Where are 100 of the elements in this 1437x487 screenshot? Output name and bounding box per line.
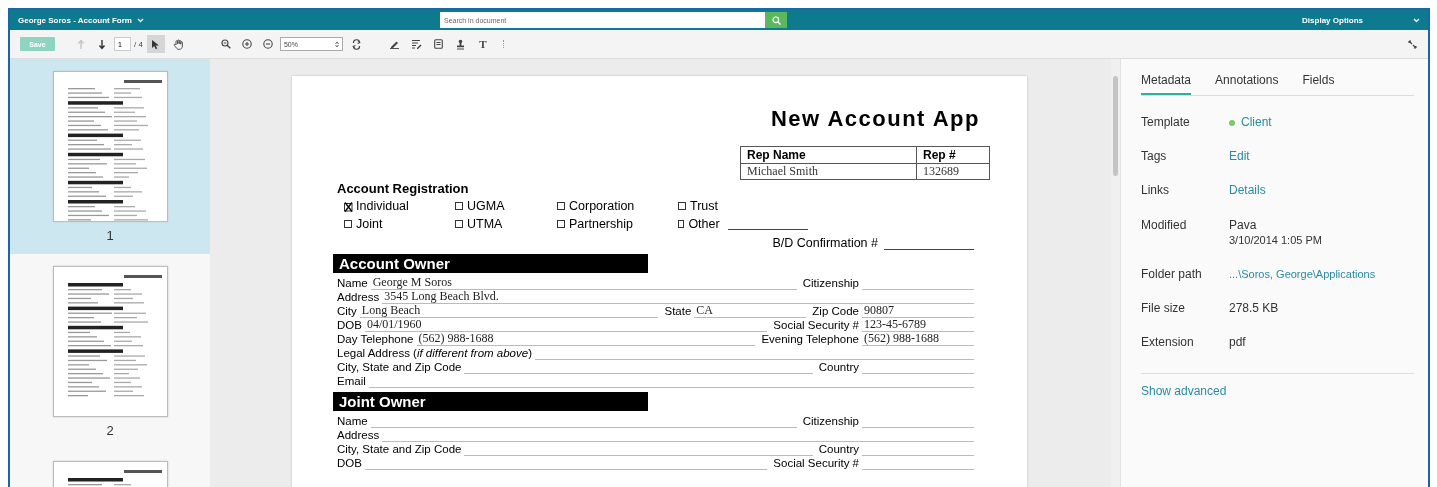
option-label: Corporation — [569, 199, 635, 213]
thumbnail-item[interactable]: 2 — [10, 254, 210, 449]
field-value: Pava — [1229, 218, 1258, 233]
chevron-down-icon — [1413, 17, 1420, 23]
text-tool-button[interactable]: T — [474, 35, 491, 53]
fill-in-line: 04/01/1960 — [364, 318, 768, 332]
fill-in-line: George M Soros — [370, 276, 797, 290]
field-value: 3/10/2014 1:05 PM — [1229, 233, 1322, 248]
table-header: Rep # — [916, 146, 990, 164]
field-label: City, State and Zip Code — [337, 443, 462, 456]
panel-tab[interactable]: Metadata — [1141, 73, 1192, 95]
chevron-down-icon — [136, 17, 144, 23]
display-options-menu[interactable]: Display Options — [1302, 15, 1363, 25]
checkbox[interactable] — [455, 202, 463, 210]
section-heading: Account Owner — [333, 254, 648, 273]
option-label: Partnership — [569, 217, 633, 231]
document-title: New Account App — [769, 106, 980, 132]
field-label: Social Security # — [773, 457, 859, 470]
fill-in-line: Long Beach — [359, 304, 659, 318]
field-label: Name — [337, 277, 368, 290]
option-label: Joint — [356, 217, 383, 231]
checkbox[interactable] — [344, 202, 352, 210]
field-label: B/D Confirmation # — [772, 236, 878, 250]
arrow-down-icon — [98, 38, 106, 50]
page-number: 2 — [106, 423, 114, 438]
field-label: State — [664, 305, 692, 318]
pointer-tool-button[interactable] — [146, 35, 165, 53]
fill-in-line: (562) 988-1688 — [416, 332, 756, 346]
checkbox[interactable] — [678, 220, 685, 228]
field-label: Country — [818, 361, 859, 374]
checkbox[interactable] — [557, 220, 565, 228]
metadata-link[interactable]: ...\Soros, George\Applications — [1229, 267, 1376, 282]
field-label: Citizenship — [802, 277, 859, 290]
option-label: UTMA — [467, 217, 503, 231]
section-title: Account Registration — [337, 181, 470, 196]
panel-tab[interactable]: Annotations — [1215, 73, 1279, 95]
panel-tab[interactable]: Fields — [1302, 73, 1335, 95]
field-value: 278.5 KB — [1229, 301, 1279, 316]
option-label: Individual — [356, 199, 409, 213]
field-label: Template — [1141, 115, 1191, 130]
pointer-icon — [151, 38, 161, 50]
field-label: Country — [818, 443, 859, 456]
hand-icon — [173, 38, 185, 50]
zoom-out-icon — [262, 39, 273, 49]
scrollbar[interactable] — [1111, 59, 1120, 487]
field-label: Folder path — [1141, 267, 1203, 282]
thumbnail-item[interactable]: 1 — [10, 59, 210, 254]
section-heading: Joint Owner — [333, 392, 648, 411]
field-label: Social Security # — [773, 319, 859, 332]
template-link[interactable]: Client — [1241, 115, 1272, 130]
field-label: Zip Code — [812, 305, 859, 318]
field-label: Evening Telephone — [761, 333, 859, 346]
page-count: / 4 — [134, 39, 143, 49]
field-label: DOB — [337, 319, 362, 332]
field-label: Legal Address (if different from above) — [337, 347, 532, 360]
checkbox[interactable] — [557, 202, 565, 210]
page-number: 1 — [106, 228, 114, 243]
metadata-link[interactable]: Details — [1229, 183, 1266, 198]
field-label: Address — [337, 429, 380, 442]
field-label: Tags — [1141, 149, 1168, 164]
page-thumbnail[interactable] — [52, 71, 168, 222]
option-label: Other — [688, 217, 720, 231]
fill-in-line: 3545 Long Beach Blvd. — [382, 290, 974, 304]
field-label: File size — [1141, 301, 1186, 316]
field-label: City — [337, 305, 357, 318]
field-label: Day Telephone — [337, 333, 414, 346]
field-label: Email — [337, 375, 366, 388]
field-label: Name — [337, 415, 368, 428]
window-title[interactable]: George Soros - Account Form — [18, 15, 132, 25]
field-label: Citizenship — [802, 415, 859, 428]
table-header: Rep Name — [740, 146, 917, 164]
fill-in-line: (562) 988-1688 — [862, 332, 974, 346]
field-label: Extension — [1141, 335, 1195, 350]
checkbox[interactable] — [678, 202, 686, 210]
expand-icon — [1407, 39, 1417, 49]
table-cell: 132689 — [916, 163, 990, 180]
fill-in-line: CA — [694, 304, 807, 318]
spinner-icon — [334, 40, 339, 48]
stamp-icon — [456, 38, 466, 50]
table-cell: Michael Smith — [740, 163, 917, 180]
field-label: DOB — [337, 457, 362, 470]
show-advanced-link[interactable]: Show advanced — [1141, 384, 1227, 398]
field-label: Address — [337, 291, 380, 304]
note-icon — [434, 39, 444, 49]
pen-icon — [389, 39, 401, 49]
search-icon — [771, 15, 781, 25]
status-dot-icon — [1229, 119, 1235, 126]
zoom-icon — [220, 39, 231, 49]
zoom-in-icon — [241, 39, 252, 49]
text-edit-icon — [411, 39, 423, 49]
checkbox[interactable] — [455, 220, 463, 228]
fill-in-line: 123-45-6789 — [862, 318, 974, 332]
checkbox[interactable] — [344, 220, 352, 228]
rotate-icon — [352, 38, 362, 50]
field-label: Modified — [1141, 218, 1188, 234]
field-label: City, State and Zip Code — [337, 361, 462, 374]
option-label: Trust — [690, 199, 718, 213]
metadata-link[interactable]: Edit — [1229, 149, 1250, 164]
page-thumbnail[interactable] — [52, 266, 168, 417]
arrow-up-icon — [77, 38, 85, 50]
